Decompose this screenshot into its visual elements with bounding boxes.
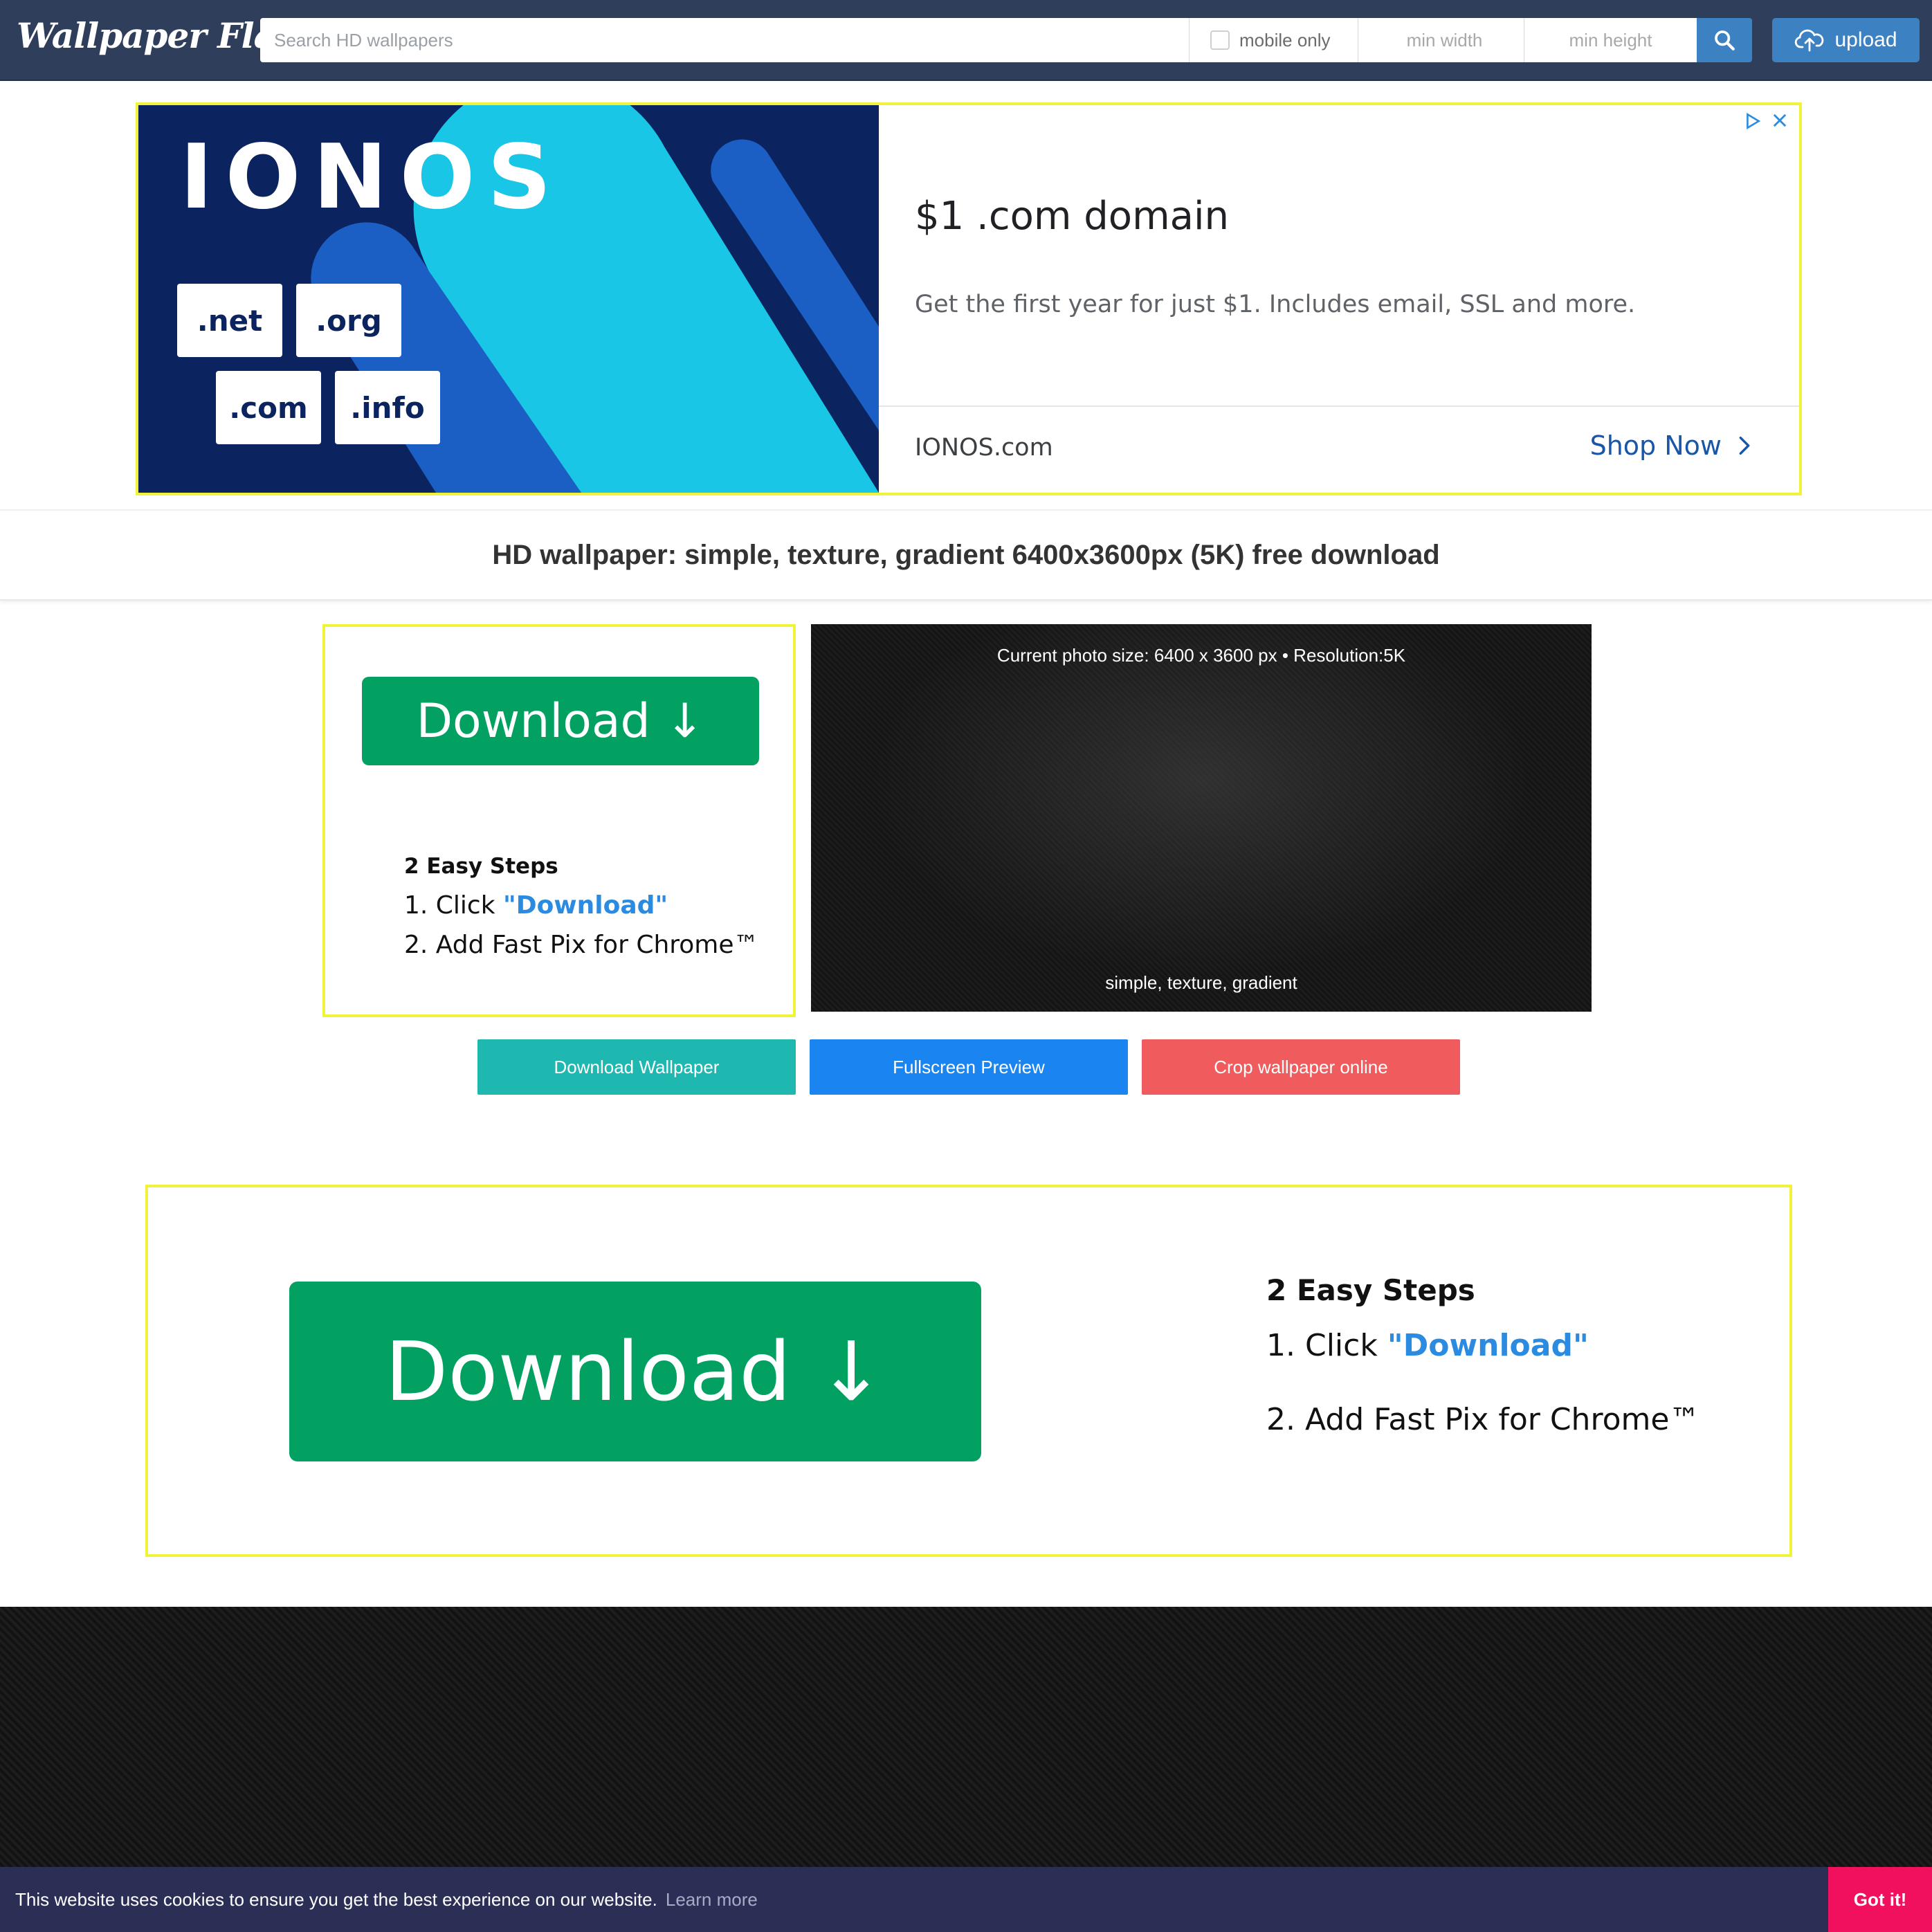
cookie-message-text: This website uses cookies to ensure you … bbox=[15, 1888, 657, 1910]
chevron-right-icon bbox=[1739, 436, 1750, 455]
easy-steps-large: 2 Easy Steps 1. Click "Download" 2. Add … bbox=[1266, 1273, 1699, 1437]
top-header: Wallpaper Flare mobile only upload bbox=[0, 0, 1932, 81]
ad-domain[interactable]: IONOS.com bbox=[915, 434, 1053, 462]
cookie-consent-bar: This website uses cookies to ensure you … bbox=[0, 1867, 1932, 1932]
shop-now-button[interactable]: Shop Now bbox=[1590, 430, 1756, 461]
step-2-large: 2. Add Fast Pix for Chrome™ bbox=[1266, 1402, 1700, 1437]
tld-com: .com bbox=[216, 371, 321, 444]
tld-net: .net bbox=[177, 284, 282, 357]
cookie-accept-button[interactable]: Got it! bbox=[1828, 1867, 1932, 1932]
ad-headline[interactable]: $1 .com domain bbox=[915, 194, 1229, 239]
min-width-input[interactable] bbox=[1358, 18, 1531, 62]
title-strip: HD wallpaper: simple, texture, gradient … bbox=[0, 509, 1932, 601]
step-1-prefix: 1. Click bbox=[404, 891, 504, 920]
cookie-message: This website uses cookies to ensure you … bbox=[15, 1867, 758, 1932]
mobile-only-filter[interactable]: mobile only bbox=[1189, 18, 1358, 62]
step-2: 2. Add Fast Pix for Chrome™ bbox=[404, 931, 759, 959]
step-1-large-prefix: 1. Click bbox=[1266, 1328, 1387, 1363]
download-promo-small: Download ↓ 2 Easy Steps 1. Click "Downlo… bbox=[322, 624, 796, 1017]
easy-steps-small: 2 Easy Steps 1. Click "Download" 2. Add … bbox=[404, 854, 759, 970]
mobile-only-checkbox[interactable] bbox=[1210, 30, 1230, 50]
download-promo-large: Download ↓ 2 Easy Steps 1. Click "Downlo… bbox=[145, 1185, 1792, 1557]
download-button-large-label: Download ↓ bbox=[385, 1324, 886, 1419]
ad-image[interactable]: IONOS .net .org .com .info bbox=[138, 105, 879, 493]
crop-wallpaper-button[interactable]: Crop wallpaper online bbox=[1142, 1039, 1460, 1095]
wallpaper-preview[interactable]: Current photo size: 6400 x 3600 px • Res… bbox=[811, 624, 1592, 1012]
step-1-large: 1. Click "Download" bbox=[1266, 1328, 1699, 1363]
step-1-large-download-link[interactable]: "Download" bbox=[1387, 1328, 1589, 1363]
close-icon[interactable] bbox=[1770, 111, 1789, 130]
shop-now-label: Shop Now bbox=[1589, 430, 1722, 461]
photo-size-info: Current photo size: 6400 x 3600 px • Res… bbox=[996, 645, 1406, 666]
min-height-input[interactable] bbox=[1524, 18, 1697, 62]
step-1-download-link[interactable]: "Download" bbox=[503, 891, 668, 920]
tld-info: .info bbox=[335, 371, 440, 444]
step-1: 1. Click "Download" bbox=[404, 891, 759, 920]
ionos-logo: IONOS bbox=[180, 126, 564, 229]
page: Wallpaper Flare mobile only upload bbox=[0, 0, 1932, 1932]
fullscreen-preview-button[interactable]: Fullscreen Preview bbox=[810, 1039, 1128, 1095]
upload-button[interactable]: upload bbox=[1772, 18, 1920, 62]
search-button[interactable] bbox=[1697, 18, 1752, 62]
tld-org: .org bbox=[296, 284, 401, 357]
search-input[interactable] bbox=[260, 18, 1189, 62]
download-button-small[interactable]: Download ↓ bbox=[362, 677, 759, 765]
ad-description: Get the first year for just $1. Includes… bbox=[915, 291, 1636, 318]
search-icon bbox=[1715, 30, 1735, 51]
ad-divider bbox=[879, 405, 1799, 407]
steps-heading-large: 2 Easy Steps bbox=[1266, 1273, 1475, 1307]
wallpaper-tags: simple, texture, gradient bbox=[1105, 972, 1297, 993]
ad-choices-icon[interactable] bbox=[1744, 112, 1762, 130]
steps-heading: 2 Easy Steps bbox=[404, 854, 558, 879]
learn-more-link[interactable]: Learn more bbox=[666, 1889, 758, 1911]
download-button-label: Download ↓ bbox=[416, 693, 705, 749]
download-button-large[interactable]: Download ↓ bbox=[289, 1282, 981, 1461]
upload-label: upload bbox=[1834, 28, 1897, 51]
download-wallpaper-button[interactable]: Download Wallpaper bbox=[477, 1039, 796, 1095]
mobile-only-label: mobile only bbox=[1239, 29, 1331, 51]
page-title: HD wallpaper: simple, texture, gradient … bbox=[492, 539, 1440, 570]
ad-text-panel[interactable]: $1 .com domain Get the first year for ju… bbox=[879, 105, 1799, 493]
cloud-upload-icon bbox=[1795, 29, 1824, 52]
ad-banner[interactable]: IONOS .net .org .com .info $1 .com domai… bbox=[136, 102, 1802, 495]
